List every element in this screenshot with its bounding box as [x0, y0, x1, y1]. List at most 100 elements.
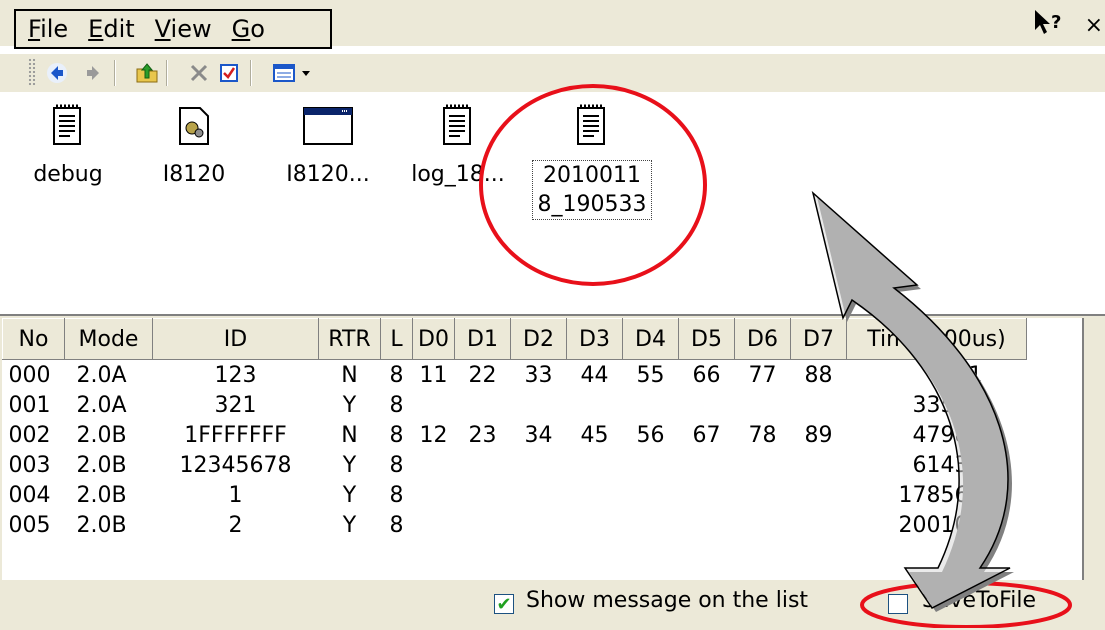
close-icon[interactable]: ×: [1085, 13, 1103, 38]
column-header[interactable]: D3: [566, 318, 623, 360]
toolbar: [0, 54, 1105, 92]
column-header[interactable]: Time(100us): [846, 318, 1027, 360]
table-cell: [511, 510, 567, 540]
status-bar: ✔ Show message on the list SaveToFile: [0, 582, 1105, 630]
table-cell: [511, 390, 567, 420]
column-header[interactable]: D4: [622, 318, 679, 360]
table-cell: [413, 510, 455, 540]
column-header[interactable]: RTR: [318, 318, 381, 360]
column-header[interactable]: D6: [734, 318, 791, 360]
table-cell: [679, 510, 735, 540]
message-list-window: No Mode ID RTR L D0 D1 D2 D3 D4 D5 D6 D7 Time(100us) …: [0, 314, 1105, 630]
table-cell: 55: [636, 362, 665, 388]
table-header: No Mode ID RTR L D0 D1 D2 D3 D4 D5 D6 D7 Time(100us): [2, 318, 1027, 360]
back-icon[interactable]: [44, 60, 70, 86]
show-message-checkbox[interactable]: ✔: [494, 594, 514, 615]
table-cell: [735, 450, 791, 480]
table-cell: 961: [940, 362, 983, 388]
table-cell: 8: [389, 362, 404, 388]
table-cell: [567, 390, 623, 420]
table-cell: [735, 510, 791, 540]
table-cell: [791, 510, 847, 540]
menu-view[interactable]: View: [155, 15, 212, 43]
table-row[interactable]: 004 2.0B 1 Y 8 178568: [3, 480, 1027, 510]
menu-edit[interactable]: Edit: [88, 15, 134, 43]
table-cell: [567, 480, 623, 510]
svg-text:?: ?: [1051, 12, 1061, 33]
table-cell: 8: [389, 452, 404, 478]
forward-icon[interactable]: [80, 60, 106, 86]
menu-go[interactable]: Go: [232, 15, 265, 43]
menu-group: File Edit View Go: [14, 9, 332, 49]
table-cell: 1: [228, 482, 243, 508]
table-cell: 8: [389, 482, 404, 508]
text-file-icon: [576, 104, 608, 146]
column-header[interactable]: D2: [510, 318, 567, 360]
table-row[interactable]: 005 2.0B 2 Y 8 200109: [3, 510, 1027, 540]
table-row[interactable]: 000 2.0A 123 N 8 11 22 33 44 55 66 77 88 961: [3, 360, 1027, 391]
column-header[interactable]: Mode: [64, 318, 153, 360]
table-cell: Y: [342, 482, 357, 508]
save-to-file-checkbox[interactable]: [888, 594, 908, 614]
file-name: log_18...: [411, 162, 505, 187]
message-table: No Mode ID RTR L D0 D1 D2 D3 D4 D5 D6 D7 Time(100us) …: [2, 318, 1027, 540]
views-icon[interactable]: [270, 60, 320, 86]
table-cell: 33: [524, 362, 553, 388]
file-list: debug I8120 I8120... log_18... 20100118_…: [0, 92, 1105, 314]
table-cell: 12: [419, 422, 448, 448]
table-cell: 34: [524, 422, 553, 448]
file-name: debug: [33, 162, 103, 187]
table-row[interactable]: 002 2.0B 1FFFFFFF N 8 12 23 34 45 56 67 78 89 47983: [3, 420, 1027, 450]
table-cell: [623, 390, 679, 420]
table-cell: 005: [8, 512, 51, 538]
help-icon[interactable]: ?: [1032, 8, 1067, 42]
table-cell: N: [341, 422, 358, 448]
table-cell: 77: [748, 362, 777, 388]
menu-file[interactable]: File: [28, 15, 68, 43]
toolbar-grip[interactable]: [28, 58, 36, 86]
up-folder-icon[interactable]: [134, 60, 160, 86]
table-cell: 22: [468, 362, 497, 388]
table-cell: 89: [804, 422, 833, 448]
table-cell: [735, 390, 791, 420]
file-item[interactable]: log_18...: [398, 104, 518, 189]
text-file-icon: [52, 104, 84, 146]
table-cell: [455, 510, 511, 540]
file-item[interactable]: debug: [8, 104, 128, 189]
file-item[interactable]: I8120: [134, 104, 254, 189]
properties-icon[interactable]: [216, 60, 242, 86]
table-cell: [791, 390, 847, 420]
message-table-container[interactable]: No Mode ID RTR L D0 D1 D2 D3 D4 D5 D6 D7 Time(100us) …: [2, 318, 1084, 580]
delete-icon[interactable]: [186, 60, 212, 86]
table-cell: 11: [419, 362, 448, 388]
column-header[interactable]: D7: [790, 318, 847, 360]
column-header[interactable]: ID: [152, 318, 319, 360]
table-cell: [623, 450, 679, 480]
file-item[interactable]: I8120...: [268, 104, 388, 189]
table-row[interactable]: 003 2.0B 12345678 Y 8 61437: [3, 450, 1027, 480]
column-header[interactable]: D0: [412, 318, 455, 360]
table-cell: 001: [8, 392, 51, 418]
table-cell: [623, 510, 679, 540]
save-to-file-label: SaveToFile: [922, 588, 1036, 613]
table-cell: [511, 480, 567, 510]
table-cell: [413, 480, 455, 510]
table-cell: 66: [692, 362, 721, 388]
table-row[interactable]: 001 2.0A 321 Y 8 33531: [3, 390, 1027, 420]
window-file-icon: [302, 104, 354, 146]
table-cell: [567, 510, 623, 540]
table-cell: Y: [342, 512, 357, 538]
column-header[interactable]: D5: [678, 318, 735, 360]
file-item-selected[interactable]: 20100118_190533: [532, 104, 652, 220]
table-cell: 2.0A: [76, 362, 127, 388]
table-cell: [455, 450, 511, 480]
table-cell: 003: [8, 452, 51, 478]
file-name: I8120...: [286, 162, 370, 187]
table-cell: 44: [580, 362, 609, 388]
table-cell: 47983: [912, 422, 983, 448]
table-cell: 004: [8, 482, 51, 508]
column-header[interactable]: D1: [454, 318, 511, 360]
column-header[interactable]: No: [2, 318, 65, 360]
column-header[interactable]: L: [380, 318, 413, 360]
table-cell: 2.0A: [76, 392, 127, 418]
